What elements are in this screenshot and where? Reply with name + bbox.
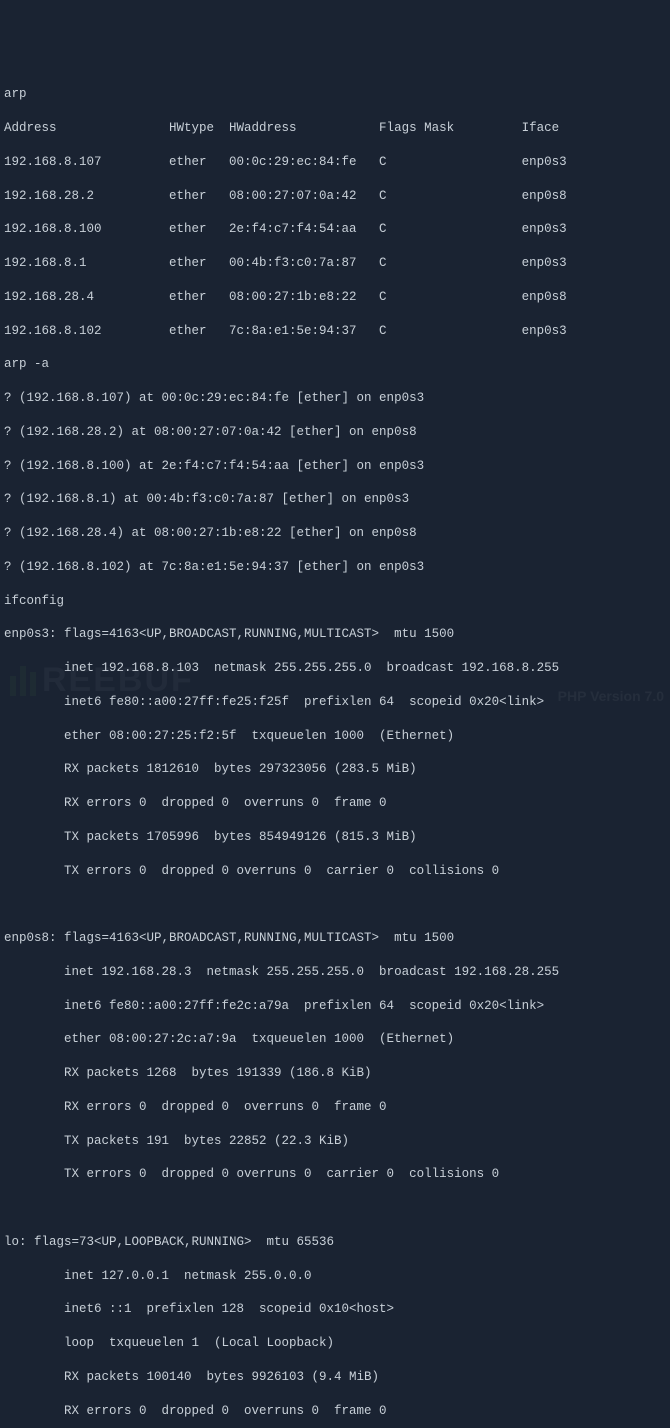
command-line: arp -a <box>4 356 666 373</box>
arp-a-line: ? (192.168.8.107) at 00:0c:29:ec:84:fe [… <box>4 390 666 407</box>
ifconfig-line: ether 08:00:27:2c:a7:9a txqueuelen 1000 … <box>4 1031 666 1048</box>
ifconfig-line: TX errors 0 dropped 0 overruns 0 carrier… <box>4 1166 666 1183</box>
command-line: ifconfig <box>4 593 666 610</box>
arp-a-line: ? (192.168.8.100) at 2e:f4:c7:f4:54:aa [… <box>4 458 666 475</box>
ifconfig-line: inet 127.0.0.1 netmask 255.0.0.0 <box>4 1268 666 1285</box>
ifconfig-line: inet6 fe80::a00:27ff:fe2c:a79a prefixlen… <box>4 998 666 1015</box>
ifconfig-line: inet6 fe80::a00:27ff:fe25:f25f prefixlen… <box>4 694 666 711</box>
ifconfig-line: RX packets 1812610 bytes 297323056 (283.… <box>4 761 666 778</box>
arp-row: 192.168.8.107 ether 00:0c:29:ec:84:fe C … <box>4 154 666 171</box>
arp-row: 192.168.8.102 ether 7c:8a:e1:5e:94:37 C … <box>4 323 666 340</box>
ifconfig-line: inet 192.168.28.3 netmask 255.255.255.0 … <box>4 964 666 981</box>
ifconfig-line: RX errors 0 dropped 0 overruns 0 frame 0 <box>4 1403 666 1420</box>
ifconfig-line: enp0s8: flags=4163<UP,BROADCAST,RUNNING,… <box>4 930 666 947</box>
ifconfig-line: inet6 ::1 prefixlen 128 scopeid 0x10<hos… <box>4 1301 666 1318</box>
ifconfig-line: TX packets 1705996 bytes 854949126 (815.… <box>4 829 666 846</box>
arp-row: 192.168.28.4 ether 08:00:27:1b:e8:22 C e… <box>4 289 666 306</box>
ifconfig-line: ether 08:00:27:25:f2:5f txqueuelen 1000 … <box>4 728 666 745</box>
ifconfig-line: TX errors 0 dropped 0 overruns 0 carrier… <box>4 863 666 880</box>
ifconfig-line: TX packets 191 bytes 22852 (22.3 KiB) <box>4 1133 666 1150</box>
ifconfig-line: RX packets 1268 bytes 191339 (186.8 KiB) <box>4 1065 666 1082</box>
arp-row: 192.168.28.2 ether 08:00:27:07:0a:42 C e… <box>4 188 666 205</box>
command-line: arp <box>4 86 666 103</box>
arp-a-line: ? (192.168.8.102) at 7c:8a:e1:5e:94:37 [… <box>4 559 666 576</box>
arp-row: 192.168.8.1 ether 00:4b:f3:c0:7a:87 C en… <box>4 255 666 272</box>
ifconfig-line: RX packets 100140 bytes 9926103 (9.4 MiB… <box>4 1369 666 1386</box>
arp-a-line: ? (192.168.8.1) at 00:4b:f3:c0:7a:87 [et… <box>4 491 666 508</box>
ifconfig-line: loop txqueuelen 1 (Local Loopback) <box>4 1335 666 1352</box>
ifconfig-line: inet 192.168.8.103 netmask 255.255.255.0… <box>4 660 666 677</box>
arp-header: Address HWtype HWaddress Flags Mask Ifac… <box>4 120 666 137</box>
blank-line <box>4 896 666 913</box>
ifconfig-line: enp0s3: flags=4163<UP,BROADCAST,RUNNING,… <box>4 626 666 643</box>
arp-a-line: ? (192.168.28.2) at 08:00:27:07:0a:42 [e… <box>4 424 666 441</box>
ifconfig-line: RX errors 0 dropped 0 overruns 0 frame 0 <box>4 795 666 812</box>
terminal-output[interactable]: arp Address HWtype HWaddress Flags Mask … <box>4 70 666 1428</box>
arp-a-line: ? (192.168.28.4) at 08:00:27:1b:e8:22 [e… <box>4 525 666 542</box>
ifconfig-line: RX errors 0 dropped 0 overruns 0 frame 0 <box>4 1099 666 1116</box>
blank-line <box>4 1200 666 1217</box>
ifconfig-line: lo: flags=73<UP,LOOPBACK,RUNNING> mtu 65… <box>4 1234 666 1251</box>
arp-row: 192.168.8.100 ether 2e:f4:c7:f4:54:aa C … <box>4 221 666 238</box>
